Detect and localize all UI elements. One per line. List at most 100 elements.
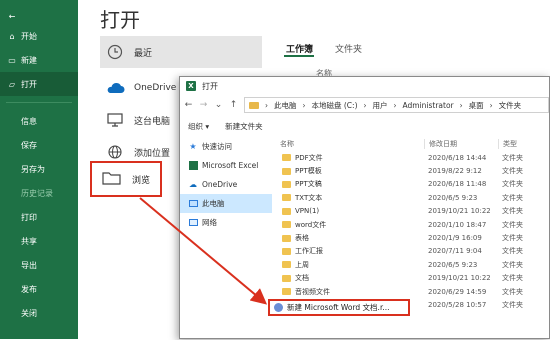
sidebar-item-history[interactable]: 历史记录: [0, 181, 78, 205]
file-type: 文件夹: [502, 260, 523, 269]
open-folder-icon: ▱: [8, 79, 16, 89]
file-name-cell: 音视频文件: [276, 287, 424, 297]
file-row[interactable]: TXT文本 2020/6/5 9:23 文件夹: [276, 191, 549, 204]
sidebar-item-export[interactable]: 导出: [0, 253, 78, 277]
nav-item-quick-access[interactable]: ★ 快速访问: [180, 137, 272, 156]
folder-icon: [282, 274, 291, 282]
folder-icon: [282, 194, 291, 202]
sidebar-item-label: 新建: [21, 55, 37, 65]
breadcrumb-item[interactable]: 此电脑: [274, 100, 297, 111]
tab-workbooks[interactable]: 工作簿: [286, 42, 313, 55]
file-row[interactable]: 工作汇报 2020/7/11 9:04 文件夹: [276, 245, 549, 258]
file-date: 2020/1/10 18:47: [428, 220, 487, 229]
sidebar-item-new[interactable]: ▭ 新建: [0, 48, 78, 72]
breadcrumb-item[interactable]: Administrator: [403, 101, 454, 110]
file-row[interactable]: 表格 2020/1/9 16:09 文件夹: [276, 231, 549, 244]
file-name-cell: PPT模板: [276, 166, 424, 176]
sidebar-item-save-as[interactable]: 另存为: [0, 157, 78, 181]
folder-icon: [282, 154, 291, 162]
sidebar-item-home[interactable]: ⌂ 开始: [0, 24, 78, 48]
breadcrumb-item[interactable]: 本地磁盘 (C:): [312, 100, 358, 111]
file-type: 文件夹: [502, 234, 523, 243]
file-name: PPT文稿: [295, 180, 322, 189]
back-arrow-icon[interactable]: ←: [184, 100, 193, 110]
nav-item-network[interactable]: 网络: [180, 213, 272, 232]
place-recent[interactable]: 最近: [100, 36, 262, 68]
folder-icon: [102, 170, 122, 189]
file-row[interactable]: 音视频文件 2020/6/29 14:59 文件夹: [276, 285, 549, 298]
file-date: 2019/10/21 10:22: [428, 207, 491, 216]
folder-icon: [282, 221, 291, 229]
file-row[interactable]: 上周 2020/6/5 9:23 文件夹: [276, 258, 549, 271]
sidebar-item-label: 打印: [21, 212, 37, 222]
folder-icon: [282, 247, 291, 255]
file-name: 表格: [295, 234, 309, 243]
sidebar-divider: [6, 102, 72, 103]
tab-folders[interactable]: 文件夹: [335, 42, 362, 55]
address-bar[interactable]: › 此电脑 › 本地磁盘 (C:) › 用户 › Administrator ›…: [244, 97, 549, 113]
column-header-name[interactable]: 名称: [276, 139, 424, 149]
file-type: 文件夹: [502, 287, 523, 296]
nav-item-label: Microsoft Excel: [202, 161, 259, 170]
sidebar-item-label: 历史记录: [21, 188, 53, 198]
file-type: 文件夹: [502, 247, 523, 256]
file-name: PPT模板: [295, 167, 322, 176]
file-row[interactable]: 文档 2019/10/21 10:22 文件夹: [276, 272, 549, 285]
file-name-cell: 上周: [276, 260, 424, 270]
chevron-down-icon[interactable]: ⌄: [214, 100, 223, 110]
file-row[interactable]: PPT文稿 2020/6/18 11:48 文件夹: [276, 178, 549, 191]
breadcrumb-item[interactable]: 用户: [373, 100, 388, 111]
file-name-cell: 文档: [276, 273, 424, 283]
file-name: PDF文件: [295, 153, 323, 162]
cloud-icon: ☁: [189, 180, 197, 189]
sidebar-item-save[interactable]: 保存: [0, 133, 78, 157]
file-name: VPN(1): [295, 207, 320, 216]
file-name: 新建 Microsoft Word 文档.r...: [287, 303, 390, 312]
forward-arrow-icon[interactable]: →: [199, 100, 208, 110]
column-header-date[interactable]: 修改日期: [424, 139, 498, 149]
file-type: 文件夹: [502, 167, 523, 176]
sidebar-item-publish[interactable]: 发布: [0, 277, 78, 301]
file-name: word文件: [295, 220, 327, 229]
sidebar-item-open[interactable]: ▱ 打开: [0, 72, 78, 96]
file-type: 文件夹: [502, 274, 523, 283]
home-icon: ⌂: [9, 31, 15, 41]
sidebar-item-close[interactable]: 关闭: [0, 301, 78, 325]
sidebar-item-print[interactable]: 打印: [0, 205, 78, 229]
column-header-type[interactable]: 类型: [498, 139, 517, 149]
file-row[interactable]: PPT模板 2019/8/22 9:12 文件夹: [276, 164, 549, 177]
file-row[interactable]: PDF文件 2020/6/18 14:44 文件夹: [276, 151, 549, 164]
nav-item-label: 网络: [202, 218, 217, 227]
file-row[interactable]: VPN(1) 2019/10/21 10:22 文件夹: [276, 205, 549, 218]
sidebar-item-label: 关闭: [21, 308, 37, 318]
nav-item-excel[interactable]: Microsoft Excel: [180, 156, 272, 175]
file-name: TXT文本: [295, 193, 323, 202]
file-date: 2019/8/22 9:12: [428, 167, 482, 176]
file-date: 2020/6/5 9:23: [428, 193, 478, 202]
folder-icon: [282, 167, 291, 175]
file-name: 文档: [295, 274, 309, 283]
nav-item-label: OneDrive: [202, 180, 238, 189]
sidebar-item-share[interactable]: 共享: [0, 229, 78, 253]
nav-item-this-pc[interactable]: 此电脑: [180, 194, 272, 213]
recent-tabs: 工作簿 文件夹: [286, 42, 362, 55]
breadcrumb-item[interactable]: 桌面: [469, 100, 484, 111]
file-row[interactable]: word文件 2020/1/10 18:47 文件夹: [276, 218, 549, 231]
new-folder-button[interactable]: 新建文件夹: [225, 121, 263, 132]
organize-button[interactable]: 组织 ▾: [188, 121, 209, 132]
back-arrow-icon: ←: [8, 11, 16, 21]
nav-item-label: 快速访问: [202, 142, 232, 151]
sidebar-back-button[interactable]: ←: [0, 8, 78, 24]
place-label: 添加位置: [134, 148, 171, 159]
file-type: 文件夹: [502, 220, 523, 229]
file-type: 文件夹: [502, 180, 523, 189]
place-label: OneDrive: [134, 83, 177, 93]
new-word-document-item[interactable]: 新建 Microsoft Word 文档.r...: [268, 299, 410, 316]
breadcrumb-item[interactable]: 文件夹: [499, 100, 522, 111]
sidebar-item-info[interactable]: 信息: [0, 109, 78, 133]
up-arrow-icon[interactable]: ↑: [229, 100, 238, 110]
file-type: 文件夹: [502, 207, 523, 216]
nav-item-onedrive[interactable]: ☁ OneDrive: [180, 175, 272, 194]
browse-button[interactable]: 浏览: [90, 161, 162, 197]
sidebar-item-label: 导出: [21, 260, 37, 270]
